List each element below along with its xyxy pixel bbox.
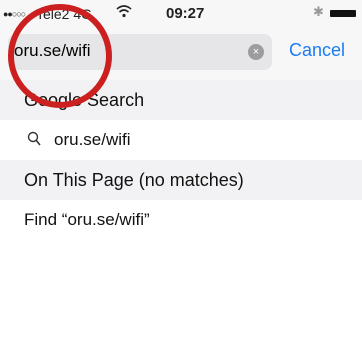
search-icon: [27, 131, 41, 151]
carrier-label: Tele2 4G: [36, 6, 93, 22]
search-bar: oru.se/wifi × Cancel: [0, 24, 362, 81]
clear-icon[interactable]: ×: [248, 44, 264, 60]
find-on-page-label: Find “oru.se/wifi”: [24, 210, 150, 229]
clock: 09:27: [166, 5, 205, 22]
status-bar: ●●○○○ Tele2 4G 09:27 ✱: [0, 0, 362, 24]
google-search-header-label: Google Search: [24, 90, 145, 110]
on-this-page-header-label: On This Page (no matches): [24, 170, 244, 190]
signal-strength-icon: ●●○○○: [3, 9, 26, 19]
search-suggestion-row[interactable]: oru.se/wifi: [0, 120, 362, 160]
find-on-page-row[interactable]: Find “oru.se/wifi”: [0, 200, 362, 240]
bluetooth-icon: ✱: [313, 4, 324, 19]
wifi-icon: [116, 4, 132, 21]
on-this-page-header: On This Page (no matches): [0, 160, 362, 200]
battery-icon: [330, 10, 356, 17]
search-query-text[interactable]: oru.se/wifi: [14, 41, 91, 61]
cancel-button[interactable]: Cancel: [289, 40, 345, 61]
google-search-header: Google Search: [0, 80, 362, 120]
search-suggestion-label: oru.se/wifi: [54, 130, 131, 149]
search-input[interactable]: oru.se/wifi ×: [8, 34, 272, 70]
